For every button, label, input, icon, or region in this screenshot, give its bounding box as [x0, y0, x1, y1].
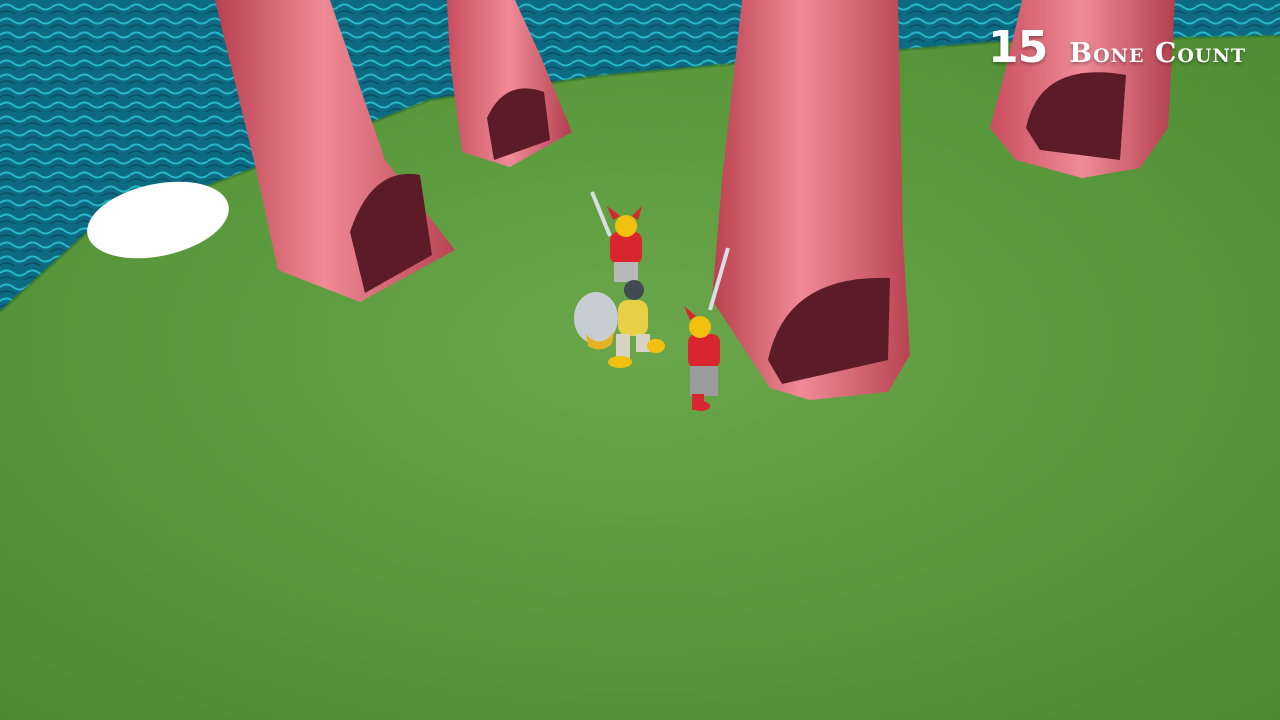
- bone-count-value: 15: [988, 22, 1048, 73]
- bone-count-label: Bone Count: [1069, 38, 1246, 69]
- bone-count-hud: 15 Bone Count: [988, 22, 1246, 73]
- giant-foot-center: [712, 0, 910, 400]
- game-scene: [0, 0, 1280, 720]
